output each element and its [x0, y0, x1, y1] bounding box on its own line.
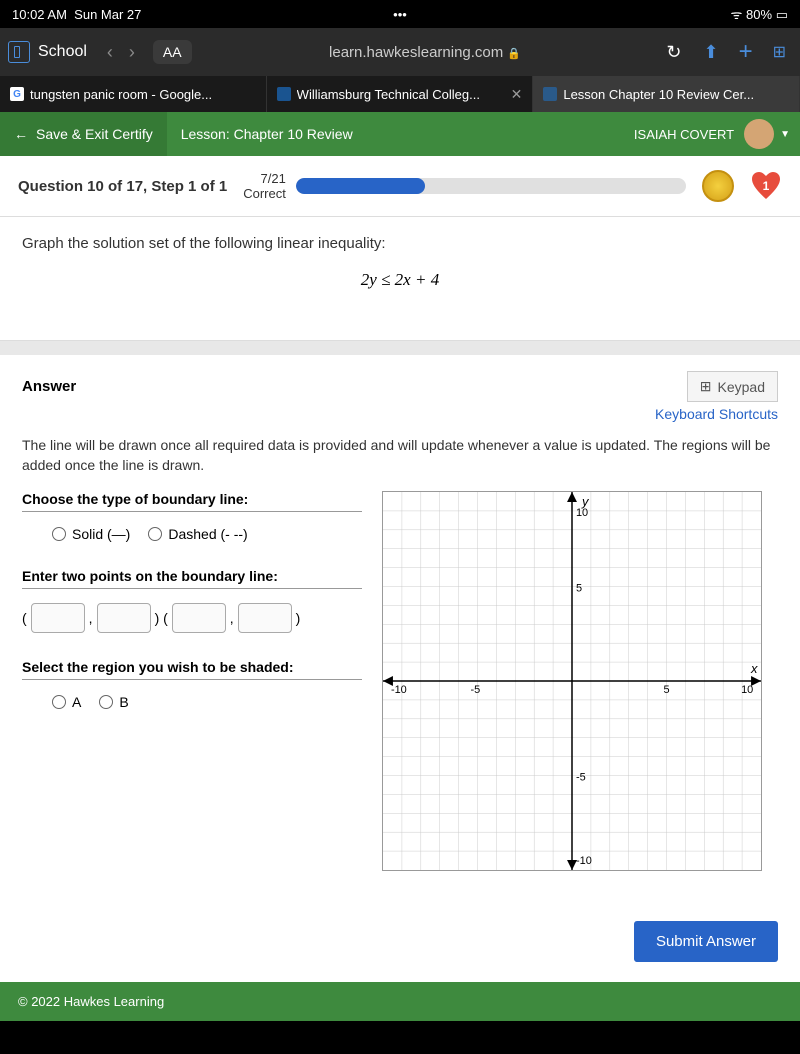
user-menu-caret-icon[interactable]: ▼ — [780, 129, 790, 140]
url-bar[interactable]: learn.hawkeslearning.com🔒 — [200, 44, 651, 61]
points-label: Enter two points on the boundary line: — [22, 568, 362, 589]
svg-text:5: 5 — [664, 684, 670, 696]
progress-fraction: 7/21 Correct — [243, 171, 286, 201]
point2-y-input[interactable] — [238, 603, 292, 633]
heart-icon: 1 — [750, 170, 782, 202]
google-favicon-icon: G — [10, 87, 24, 101]
lesson-title: Lesson: Chapter 10 Review — [167, 126, 624, 142]
svg-text:-5: -5 — [576, 772, 586, 784]
svg-text:-10: -10 — [391, 684, 407, 696]
prompt-text: Graph the solution set of the following … — [22, 235, 778, 252]
wifi-icon: ᯤ — [731, 7, 743, 22]
reload-icon[interactable]: ↻ — [658, 42, 689, 63]
keypad-button[interactable]: ⊞ Keypad — [687, 371, 778, 402]
new-tab-icon[interactable]: + — [733, 38, 759, 66]
lesson-header: ← Save & Exit Certify Lesson: Chapter 10… — [0, 112, 800, 156]
boundary-type-label: Choose the type of boundary line: — [22, 491, 362, 512]
svg-text:10: 10 — [576, 507, 588, 519]
submit-answer-button[interactable]: Submit Answer — [634, 921, 778, 962]
answer-controls: Choose the type of boundary line: Solid … — [22, 491, 362, 871]
user-name: ISAIAH COVERT — [624, 127, 744, 142]
radio-solid[interactable]: Solid (—) — [52, 526, 130, 542]
svg-text:5: 5 — [576, 583, 582, 595]
ios-status-bar: 10:02 AM Sun Mar 27 ••• ᯤ 80% ▭ — [0, 0, 800, 28]
point1-x-input[interactable] — [31, 603, 85, 633]
question-prompt: Graph the solution set of the following … — [0, 217, 800, 341]
point2-x-input[interactable] — [172, 603, 226, 633]
graph-container: y x 10 5 -5 -10 -10 -5 5 10 — [382, 491, 778, 871]
text-size-button[interactable]: AA — [153, 40, 192, 64]
lock-icon: 🔒 — [507, 48, 521, 60]
hawkes-favicon-icon — [543, 87, 557, 101]
coordinate-graph[interactable]: y x 10 5 -5 -10 -10 -5 5 10 — [382, 491, 762, 871]
tab-lesson-active[interactable]: Lesson Chapter 10 Review Cer... — [533, 76, 800, 112]
close-tab-icon[interactable]: ✕ — [511, 86, 523, 103]
browser-toolbar: School ‹ › AA learn.hawkeslearning.com🔒 … — [0, 28, 800, 76]
region-label: Select the region you wish to be shaded: — [22, 659, 362, 680]
save-exit-button[interactable]: ← Save & Exit Certify — [0, 112, 167, 156]
answer-title: Answer — [22, 378, 687, 395]
radio-region-a[interactable]: A — [52, 694, 81, 710]
open-tabs-bar: G tungsten panic room - Google... Willia… — [0, 76, 800, 112]
equation: 2y ≤ 2x + 4 — [22, 270, 778, 290]
question-progress-bar: Question 10 of 17, Step 1 of 1 7/21 Corr… — [0, 156, 800, 217]
svg-text:-10: -10 — [576, 855, 592, 867]
radio-icon — [52, 527, 66, 541]
answer-section: Answer ⊞ Keypad Keyboard Shortcuts The l… — [0, 355, 800, 982]
point1-y-input[interactable] — [97, 603, 151, 633]
x-axis-label: x — [750, 661, 758, 676]
question-number: Question 10 of 17, Step 1 of 1 — [18, 178, 227, 195]
radio-icon — [148, 527, 162, 541]
back-icon[interactable]: ‹ — [103, 42, 117, 63]
share-icon[interactable]: ⬆ — [697, 42, 724, 63]
radio-dashed[interactable]: Dashed (- --) — [148, 526, 247, 542]
keyboard-shortcuts-link[interactable]: Keyboard Shortcuts — [22, 406, 778, 422]
radio-region-b[interactable]: B — [99, 694, 128, 710]
forward-icon: › — [125, 42, 139, 63]
progress-bar — [296, 178, 686, 194]
user-avatar[interactable] — [744, 119, 774, 149]
help-text: The line will be drawn once all required… — [22, 436, 778, 475]
content-area: Question 10 of 17, Step 1 of 1 7/21 Corr… — [0, 156, 800, 1021]
radio-icon — [52, 695, 66, 709]
points-inputs: ( , ) ( , ) — [22, 603, 362, 633]
status-date: Sun Mar 27 — [74, 7, 141, 22]
tab-group-label[interactable]: School — [38, 43, 87, 61]
coin-icon — [702, 170, 734, 202]
footer-copyright: © 2022 Hawkes Learning — [0, 982, 800, 1021]
battery-text: 80% — [746, 7, 772, 22]
tab-williamsburg[interactable]: Williamsburg Technical Colleg... ✕ — [267, 76, 534, 112]
battery-icon: ▭ — [776, 7, 788, 22]
back-arrow-icon: ← — [14, 126, 28, 142]
tab-google[interactable]: G tungsten panic room - Google... — [0, 76, 267, 112]
tabs-overview-icon[interactable]: ⊞ — [767, 42, 792, 62]
more-icon: ••• — [393, 7, 407, 22]
radio-icon — [99, 695, 113, 709]
keypad-icon: ⊞ — [700, 378, 712, 395]
college-favicon-icon — [277, 87, 291, 101]
status-time: 10:02 AM — [12, 7, 67, 22]
svg-text:-5: -5 — [471, 684, 481, 696]
svg-text:10: 10 — [741, 684, 753, 696]
progress-fill — [296, 178, 425, 194]
sidebar-icon[interactable] — [8, 41, 30, 63]
